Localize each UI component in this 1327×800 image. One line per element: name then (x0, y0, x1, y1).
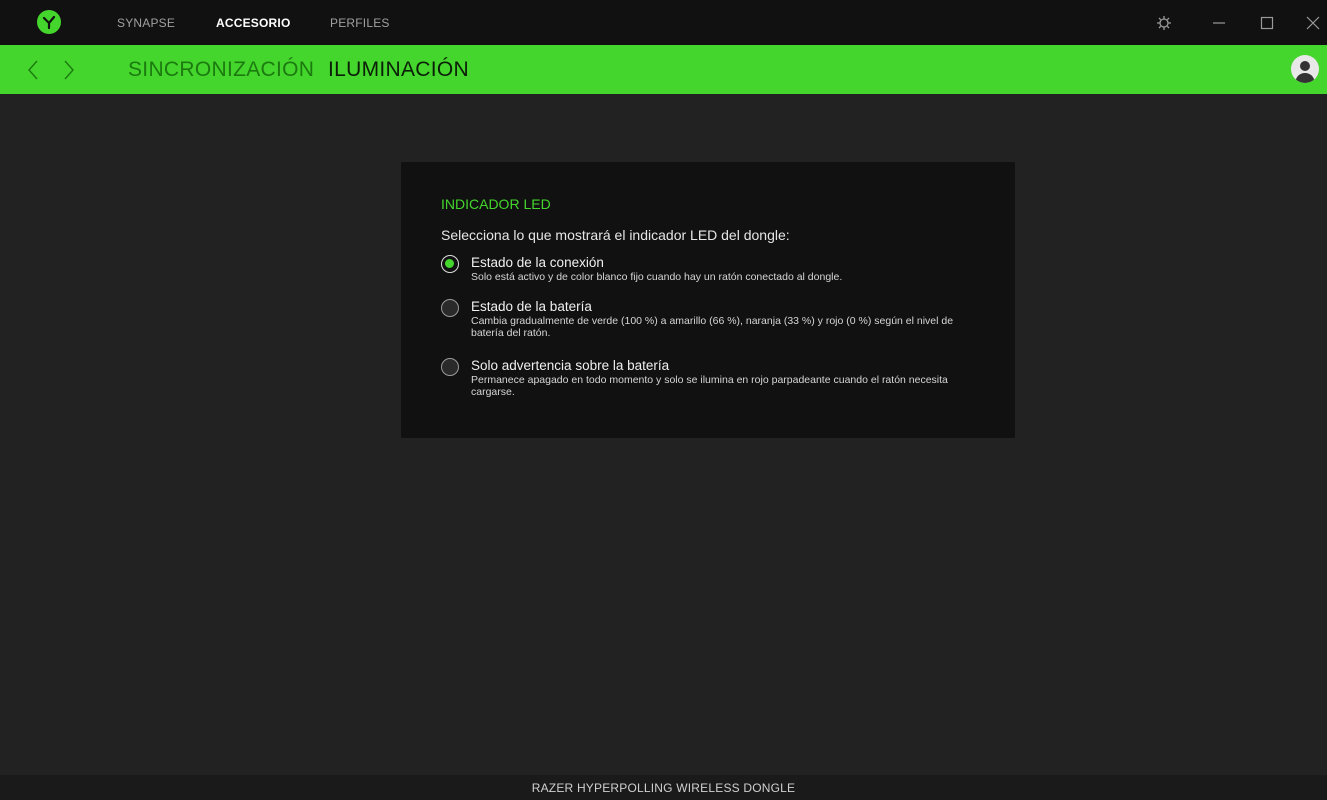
minimize-icon[interactable] (1210, 14, 1228, 32)
back-arrow-icon[interactable] (26, 59, 40, 81)
option-battery-status[interactable]: Estado de la batería Cambia gradualmente… (441, 299, 981, 345)
razer-logo-icon[interactable] (37, 10, 61, 34)
forward-arrow-icon[interactable] (62, 59, 76, 81)
card-title: INDICADOR LED (441, 196, 551, 212)
app-window: SYNAPSE ACCESORIO PERFILES SINCRONIZACIÓ… (0, 0, 1327, 800)
option-description: Cambia gradualmente de verde (100 %) a a… (471, 315, 954, 339)
option-connection-status[interactable]: Estado de la conexión Solo está activo y… (441, 255, 981, 289)
option-label: Estado de la conexión (471, 255, 604, 270)
option-description: Solo está activo y de color blanco fijo … (471, 271, 843, 283)
radio-connection-status[interactable] (441, 255, 459, 273)
user-avatar-icon[interactable] (1291, 55, 1319, 83)
close-icon[interactable] (1304, 14, 1322, 32)
device-name: RAZER HYPERPOLLING WIRELESS DONGLE (531, 781, 796, 795)
tab-synapse[interactable]: SYNAPSE (117, 16, 175, 30)
radio-battery-status[interactable] (441, 299, 459, 317)
device-footer: RAZER HYPERPOLLING WIRELESS DONGLE (0, 775, 1327, 800)
led-indicator-card: INDICADOR LED Selecciona lo que mostrará… (401, 162, 1015, 438)
card-prompt: Selecciona lo que mostrará el indicador … (441, 227, 790, 243)
option-description: Permanece apagado en todo momento y solo… (471, 374, 948, 398)
title-bar: SYNAPSE ACCESORIO PERFILES (0, 0, 1327, 45)
option-label: Estado de la batería (471, 299, 592, 314)
option-battery-warning[interactable]: Solo advertencia sobre la batería Perman… (441, 358, 981, 404)
sub-navigation: SINCRONIZACIÓN ILUMINACIÓN (0, 45, 1327, 94)
tab-iluminacion[interactable]: ILUMINACIÓN (328, 58, 469, 82)
tab-sincronizacion[interactable]: SINCRONIZACIÓN (128, 58, 314, 82)
maximize-icon[interactable] (1258, 14, 1276, 32)
option-label: Solo advertencia sobre la batería (471, 358, 670, 373)
tab-accesorio[interactable]: ACCESORIO (216, 16, 290, 30)
radio-battery-warning[interactable] (441, 358, 459, 376)
tab-perfiles[interactable]: PERFILES (330, 16, 390, 30)
settings-icon[interactable] (1155, 14, 1173, 32)
